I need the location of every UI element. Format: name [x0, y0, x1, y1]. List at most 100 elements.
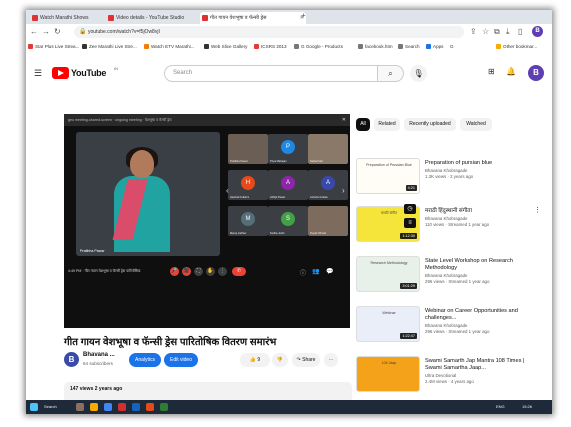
like-button[interactable]: 👍 9: [240, 353, 270, 367]
participant-name: Manoj Jadhav: [230, 232, 247, 235]
account-avatar[interactable]: B: [528, 65, 544, 81]
bookmark-item[interactable]: ICSRS 2013: [254, 43, 287, 51]
participant-avatar: S: [281, 212, 295, 226]
video-player[interactable]: geo meeting-shared-screen · ongoing meet…: [64, 114, 350, 328]
chrome-icon[interactable]: [104, 403, 112, 411]
reco-thumbnail[interactable]: Preparation of Prussian Blue 4:21: [356, 158, 420, 194]
bookmark-star-icon[interactable]: ☆: [482, 27, 489, 37]
participant-tile: Rupali Shinde: [308, 206, 348, 236]
reco-thumbnail[interactable]: Research Methodology 3:01:29: [356, 256, 420, 292]
dislike-button[interactable]: 👎: [272, 353, 288, 367]
tab-favicon: [32, 15, 38, 21]
word-icon[interactable]: [132, 403, 140, 411]
create-video-icon[interactable]: ⊞: [488, 67, 495, 76]
queue-icon[interactable]: ≡: [404, 218, 416, 228]
tab-label: Video details - YouTube Studio: [116, 15, 185, 21]
browser-profile-avatar[interactable]: B: [532, 26, 543, 37]
reco-title[interactable]: Swami Samarth Jap Mantra 108 Times | Swa…: [425, 358, 525, 372]
share-icon: ↷: [296, 357, 301, 363]
chip-watched[interactable]: Watched: [460, 118, 492, 131]
bookmark-item[interactable]: Other bookmar...: [496, 43, 537, 51]
excel-icon[interactable]: [160, 403, 168, 411]
more-actions-button[interactable]: ⋯: [324, 353, 338, 367]
reco-channel[interactable]: Bhavana Khobragade: [425, 168, 467, 173]
reco-channel[interactable]: Bhavana Khobragade: [425, 323, 467, 328]
participant-avatar: M: [241, 212, 255, 226]
reco-thumbnail[interactable]: 108 Jaap: [356, 356, 420, 392]
sidepanel-icon[interactable]: ▯: [518, 27, 522, 37]
reco-channel[interactable]: Bhavana Khobragade: [425, 216, 467, 221]
thumbnail-caption: Webinar: [382, 311, 396, 315]
reco-title[interactable]: Webinar on Career Opportunities and chal…: [425, 308, 525, 322]
tab-1[interactable]: Watch Marathi Shows: [30, 12, 114, 24]
tab-2[interactable]: Video details - YouTube Studio: [106, 12, 208, 24]
edit-video-button[interactable]: Edit video: [164, 353, 198, 367]
chip-all[interactable]: All: [356, 118, 370, 131]
bookmark-item[interactable]: Web Slice Gallery: [204, 43, 247, 51]
participant-tile: H Harshal Kulkarni: [228, 170, 268, 200]
screenshot-frame: Watch Marathi Shows Video details - YouT…: [26, 10, 552, 414]
channel-avatar[interactable]: B: [64, 352, 79, 367]
address-bar[interactable]: 🔒 youtube.com/watch?v=f5jOw8vjI: [74, 26, 464, 38]
clock-icon[interactable]: ◷: [404, 204, 416, 214]
video-duration: 3:01:29: [400, 283, 417, 289]
channel-name[interactable]: Bhavana ...: [83, 352, 115, 358]
file-explorer-icon[interactable]: [76, 403, 84, 411]
taskbar-search[interactable]: Search: [44, 404, 57, 409]
share-button[interactable]: ↷ Share: [292, 353, 320, 367]
participant-tile: Sarita Patil: [308, 134, 348, 164]
bookmark-item[interactable]: Zee Marathi Live Stre...: [82, 43, 137, 51]
reco-thumbnail[interactable]: Webinar 1:22:47: [356, 306, 420, 342]
participant-avatar: A: [321, 176, 335, 190]
end-call-icon: ✆: [232, 267, 246, 276]
reco-channel[interactable]: Ultra Devotional: [425, 373, 456, 378]
bookmark-item[interactable]: Apps: [426, 43, 443, 51]
notifications-bell-icon[interactable]: 🔔: [506, 67, 516, 76]
youtube-logo-text[interactable]: YouTube: [71, 68, 106, 78]
bookmark-item[interactable]: facebook.htm: [358, 43, 393, 51]
search-button[interactable]: ⌕: [378, 65, 404, 82]
more-vert-icon[interactable]: ⋮: [534, 206, 541, 214]
app-icon[interactable]: [118, 403, 126, 411]
reco-title[interactable]: Preparation of pursian blue: [425, 160, 525, 167]
reco-meta: 296 views · Streamed 1 year ago: [425, 279, 490, 284]
reco-title[interactable]: State Level Workshop on Research Methodo…: [425, 258, 525, 272]
chip-related[interactable]: Related: [374, 118, 400, 131]
hamburger-menu-icon[interactable]: ☰: [34, 68, 42, 79]
back-arrow-icon[interactable]: ←: [30, 27, 38, 37]
speaker-figure: [112, 147, 170, 252]
tab-3-active[interactable]: गीत गायन वेशभूषा व फॅन्सी ड्रेस ✕: [200, 12, 306, 24]
new-tab-button[interactable]: +: [301, 11, 306, 20]
search-input[interactable]: Search: [164, 65, 378, 82]
bookmark-item[interactable]: G Google - Products: [294, 43, 343, 51]
folder-icon[interactable]: [90, 403, 98, 411]
voice-search-button[interactable]: 🎙: [410, 65, 427, 82]
tab-favicon: [108, 15, 114, 21]
youtube-logo-icon[interactable]: [52, 67, 69, 79]
bookmark-item[interactable]: Search: [398, 43, 420, 51]
tab-label: Watch Marathi Shows: [40, 15, 89, 21]
windows-taskbar: Search ENG 15:26: [26, 400, 552, 414]
chat-icon: 💬: [326, 269, 334, 275]
reload-icon[interactable]: ↻: [54, 27, 61, 37]
microphone-icon: 🎙: [413, 69, 424, 78]
participant-avatar: P: [281, 140, 295, 154]
tab-favicon: [202, 15, 208, 21]
reco-title[interactable]: मराठी हिंदुस्थानी संगीता: [425, 208, 525, 215]
chip-recently-uploaded[interactable]: Recently uploaded: [404, 118, 456, 131]
bookmark-item[interactable]: G: [450, 43, 454, 51]
reco-channel[interactable]: Bhavana Khobragade: [425, 273, 467, 278]
main-speaker-tile: Pratibha Pawar: [76, 132, 220, 256]
bookmark-item[interactable]: Watch ETV Marathi...: [144, 43, 194, 51]
participant-name: Sudha Joshi: [270, 232, 285, 235]
play-triangle-icon: [58, 70, 64, 76]
download-icon[interactable]: ⤓: [506, 27, 510, 37]
powerpoint-icon[interactable]: [146, 403, 154, 411]
hover-action-icons: ◷ ≡: [404, 204, 418, 244]
bookmark-item[interactable]: Star Plus Live Strea...: [28, 43, 79, 51]
forward-arrow-icon[interactable]: →: [42, 27, 50, 37]
extensions-icon[interactable]: ⧉: [494, 27, 500, 37]
analytics-button[interactable]: Analytics: [129, 353, 161, 367]
windows-start-icon[interactable]: [30, 403, 38, 411]
share-page-icon[interactable]: ⇪: [470, 27, 477, 37]
